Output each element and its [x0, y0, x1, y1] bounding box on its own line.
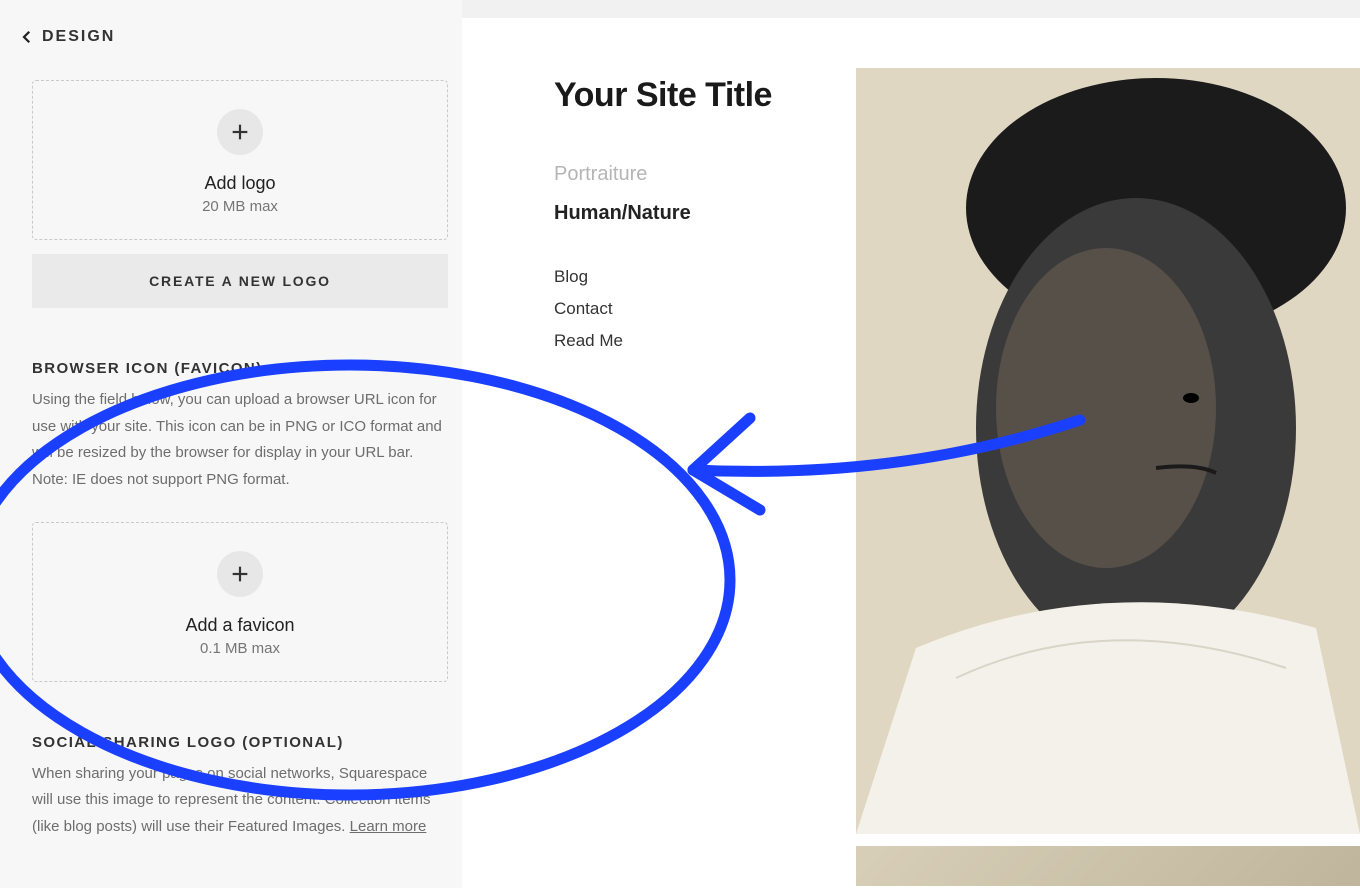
- add-logo-dropzone[interactable]: Add logo 20 MB max: [32, 80, 448, 240]
- add-favicon-sub: 0.1 MB max: [200, 640, 280, 657]
- create-logo-label: CREATE A NEW LOGO: [149, 273, 331, 289]
- social-section-desc: When sharing your pages on social networ…: [32, 761, 448, 841]
- nav-contact[interactable]: Contact: [554, 299, 856, 319]
- add-favicon-label: Add a favicon: [185, 615, 294, 636]
- back-to-design[interactable]: DESIGN: [18, 28, 430, 46]
- preview-image-2: [856, 846, 1360, 886]
- favicon-section-desc: Using the field below, you can upload a …: [32, 387, 448, 494]
- nav-read-me[interactable]: Read Me: [554, 331, 856, 351]
- social-section-title: SOCIAL SHARING LOGO (OPTIONAL): [32, 734, 448, 751]
- add-favicon-dropzone[interactable]: Add a favicon 0.1 MB max: [32, 522, 448, 682]
- create-logo-button[interactable]: CREATE A NEW LOGO: [32, 254, 448, 308]
- preview-image: [856, 68, 1360, 834]
- chevron-left-icon: [18, 28, 36, 46]
- add-logo-label: Add logo: [204, 173, 275, 194]
- design-sidebar: DESIGN Add logo 20 MB max CREATE A NEW L…: [0, 0, 462, 888]
- learn-more-link[interactable]: Learn more: [350, 818, 427, 835]
- favicon-section-title: BROWSER ICON (FAVICON): [32, 360, 448, 377]
- site-preview: Your Site Title Portraiture Human/Nature…: [462, 18, 1360, 888]
- sidebar-title: DESIGN: [42, 28, 115, 46]
- add-logo-sub: 20 MB max: [202, 198, 278, 215]
- plus-icon: [217, 109, 263, 155]
- nav-human-nature[interactable]: Human/Nature: [554, 202, 856, 225]
- nav-blog[interactable]: Blog: [554, 267, 856, 287]
- plus-icon: [217, 551, 263, 597]
- nav-portraiture[interactable]: Portraiture: [554, 163, 856, 186]
- site-title: Your Site Title: [554, 76, 856, 115]
